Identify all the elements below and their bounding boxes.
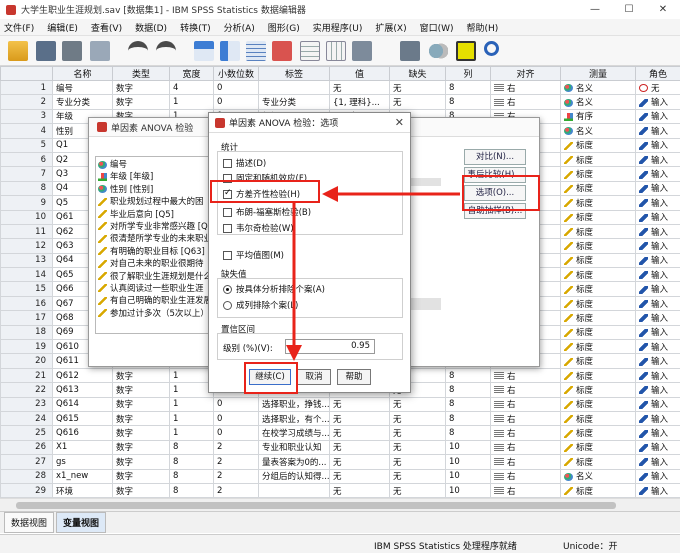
- arrowhead-to-homogeneity: [322, 186, 338, 202]
- annotation-arrows: [286, 186, 460, 361]
- arrowhead-to-continue: [286, 345, 302, 361]
